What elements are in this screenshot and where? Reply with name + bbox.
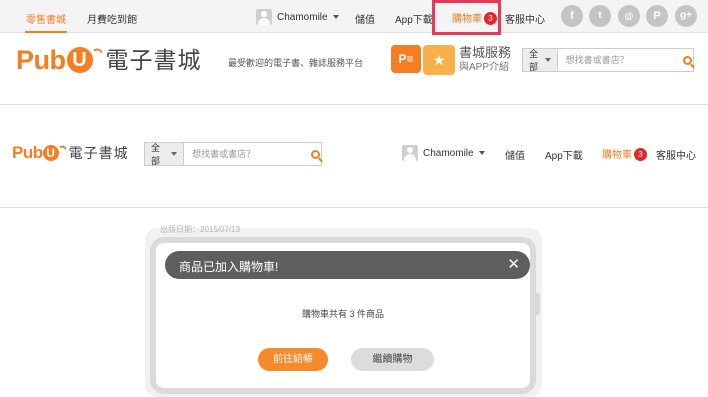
facebook-icon[interactable]: f: [561, 5, 583, 27]
pubu-logo[interactable]: Pub U 電子書城: [16, 45, 202, 75]
cart-count-badge: 3: [634, 148, 647, 161]
chevron-down-icon: [332, 15, 339, 19]
google-plus-icon[interactable]: g+: [675, 5, 697, 27]
avatar: [256, 9, 272, 25]
add-to-cart-modal: 商品已加入購物車! ✕ 購物車共有 3 件商品 前往結帳 繼續購物: [150, 237, 536, 394]
ebook-app-icon[interactable]: P≡: [391, 45, 421, 73]
sticky-header-divider: [0, 207, 708, 208]
nav-customer-service[interactable]: 客服中心: [505, 11, 545, 26]
active-tab-indicator: [25, 31, 67, 33]
search-input[interactable]: [557, 49, 683, 71]
logo-brand-name: 電子書城: [68, 145, 129, 161]
logo-swoosh: [58, 143, 67, 151]
close-icon[interactable]: ✕: [507, 256, 520, 273]
logo-u-mark: U: [42, 145, 59, 161]
app-service-subtitle: 與APP介紹: [459, 62, 510, 73]
header-search-bar: 全部: [522, 48, 694, 72]
cart-count-message: 購物車共有 3 件商品: [301, 309, 384, 319]
sticky-search-bar: 全部: [144, 142, 322, 166]
chevron-down-icon: [478, 151, 485, 155]
nav-app-download[interactable]: App下載: [395, 11, 433, 26]
tab-retail-bookstore[interactable]: 零售書城: [26, 11, 66, 26]
nav-customer-service[interactable]: 客服中心: [656, 147, 696, 162]
logo-swoosh: [92, 46, 103, 56]
weibo-icon[interactable]: @: [618, 5, 640, 27]
search-category-value: 全部: [151, 143, 161, 166]
user-menu[interactable]: Chamomile: [402, 144, 485, 162]
user-name: Chamomile: [423, 147, 474, 159]
logo-u-mark: U: [66, 47, 93, 73]
search-icon: [310, 149, 320, 159]
checkout-button[interactable]: 前往結帳: [258, 348, 328, 371]
nav-app-download[interactable]: App下載: [545, 147, 583, 162]
header-divider: [0, 104, 708, 105]
logo-pub-text: Pub: [12, 143, 43, 162]
pubu-logo-small[interactable]: Pub U 電子書城: [12, 142, 129, 164]
search-category-select[interactable]: 全部: [145, 143, 185, 166]
logo-brand-name: 電子書城: [105, 47, 202, 73]
modal-header: 商品已加入購物車! ✕: [165, 251, 530, 279]
plurk-icon[interactable]: P: [646, 5, 668, 27]
nav-top-up[interactable]: 儲值: [355, 11, 375, 26]
chevron-down-icon: [544, 58, 551, 62]
user-name: Chamomile: [277, 11, 328, 23]
mascot-icon[interactable]: ★: [423, 45, 455, 75]
tab-monthly-subscription[interactable]: 月費吃到飽: [87, 11, 137, 26]
cart-highlight-box: [432, 0, 501, 35]
twitter-icon[interactable]: t: [589, 5, 611, 27]
search-input[interactable]: [184, 143, 310, 165]
search-category-value: 全部: [529, 49, 539, 72]
tagline: 最受歡迎的電子書、雜誌服務平台: [228, 58, 364, 68]
chevron-down-icon: [171, 152, 178, 156]
search-button[interactable]: [309, 143, 321, 165]
top-bar: 零售書城 月費吃到飽 Chamomile 儲值 App下載 購物車 3 客服中心 …: [0, 0, 708, 33]
app-service-link[interactable]: 書城服務 與APP介紹: [459, 45, 511, 75]
search-category-select[interactable]: 全部: [523, 49, 558, 72]
nav-top-up[interactable]: 儲值: [505, 147, 525, 162]
cart-label: 購物車: [602, 150, 632, 161]
avatar: [402, 145, 418, 161]
search-icon: [683, 55, 693, 65]
nav-cart[interactable]: 購物車 3: [602, 146, 647, 161]
modal-title: 商品已加入購物車!: [179, 260, 279, 274]
user-menu[interactable]: Chamomile: [256, 8, 339, 26]
app-service-title: 書城服務: [459, 45, 512, 60]
logo-pub-text: Pub: [16, 45, 66, 75]
publish-date: 出版日期：2015/07/13: [160, 225, 241, 234]
continue-shopping-button[interactable]: 繼續購物: [351, 348, 434, 371]
search-button[interactable]: [683, 49, 693, 71]
